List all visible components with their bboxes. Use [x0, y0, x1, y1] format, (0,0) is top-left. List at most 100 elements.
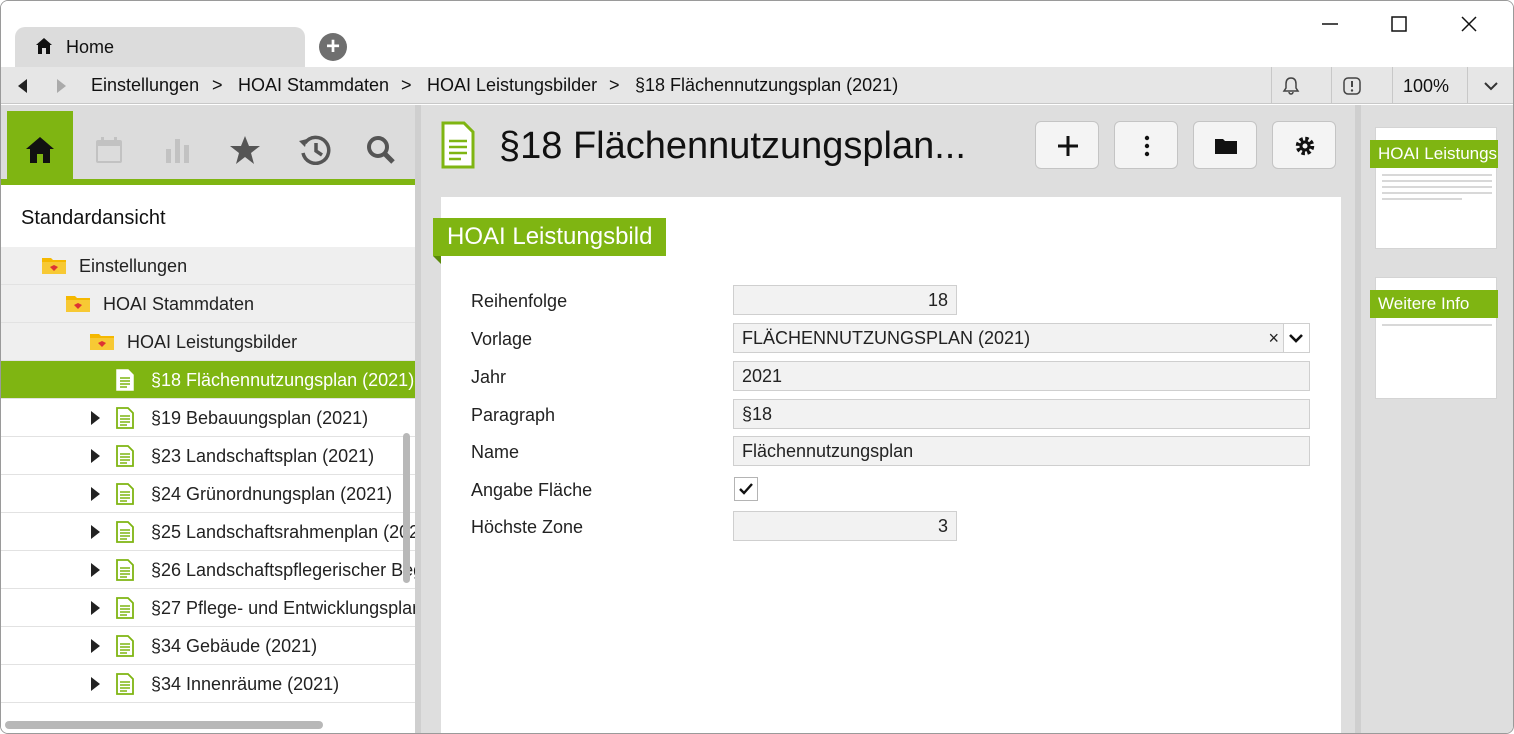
- angabe-flaeche-label: Angabe Fläche: [471, 480, 593, 500]
- chevron-down-icon[interactable]: [1481, 76, 1501, 96]
- tree-item-label: HOAI Leistungsbilder: [127, 332, 298, 352]
- back-icon[interactable]: [13, 76, 33, 96]
- preview-title: Weitere Info: [1370, 290, 1498, 318]
- name-label: Name: [471, 442, 520, 462]
- tree-item-label: §18 Flächennutzungsplan (2021): [151, 370, 415, 390]
- home-icon: [26, 137, 54, 163]
- chevron-down-icon: [1289, 334, 1303, 343]
- tree-item-label: §24 Grünordnungsplan (2021): [151, 484, 393, 504]
- tree-item[interactable]: §26 Landschaftspflegerischer Begleitplan…: [1, 551, 415, 589]
- add-button[interactable]: [1035, 121, 1099, 169]
- document-icon: [116, 635, 134, 657]
- bell-icon[interactable]: [1281, 76, 1301, 96]
- tree-item-label: §25 Landschaftsrahmenplan (2021): [151, 522, 415, 542]
- tree-item-einstellungen[interactable]: Einstellungen: [1, 247, 415, 285]
- paragraph-field[interactable]: §18: [733, 399, 1310, 429]
- forward-icon[interactable]: [51, 76, 71, 96]
- jahr-label: Jahr: [471, 367, 507, 387]
- angabe-flaeche-checkbox[interactable]: [734, 477, 758, 501]
- tab-history[interactable]: [280, 111, 346, 179]
- breadcrumb-item-leistungsbilder[interactable]: HOAI Leistungsbilder: [427, 75, 597, 96]
- preview-panel: HOAI Leistungsbild Weitere Info: [1361, 105, 1513, 733]
- zoom-level[interactable]: 100%: [1403, 76, 1449, 97]
- breadcrumb-separator: >: [609, 75, 620, 95]
- tree-item[interactable]: §25 Landschaftsrahmenplan (2021): [1, 513, 415, 551]
- folder-icon: [42, 258, 66, 274]
- expand-icon[interactable]: [91, 563, 100, 577]
- title-bar: Home +: [1, 1, 1513, 67]
- vertical-scrollbar[interactable]: [403, 433, 410, 583]
- tab-favorites[interactable]: [212, 111, 278, 179]
- breadcrumb-item-einstellungen[interactable]: Einstellungen: [91, 75, 199, 96]
- preview-line: [1382, 324, 1492, 326]
- tree-item-label: Einstellungen: [79, 256, 188, 276]
- tree-item-stammdaten[interactable]: HOAI Stammdaten: [1, 285, 415, 323]
- folder-button[interactable]: [1193, 121, 1257, 169]
- document-icon: [116, 521, 134, 543]
- breadcrumb-item-stammdaten[interactable]: HOAI Stammdaten: [238, 75, 389, 96]
- preview-title: HOAI Leistungsbild: [1370, 140, 1498, 168]
- preview-thumbnail-weitere-info[interactable]: Weitere Info: [1370, 277, 1498, 399]
- document-icon: [441, 121, 475, 169]
- reihenfolge-label: Reihenfolge: [471, 291, 568, 311]
- expand-icon[interactable]: [91, 411, 100, 425]
- dropdown-button[interactable]: [1283, 324, 1309, 352]
- expand-icon[interactable]: [91, 677, 100, 691]
- document-icon: [116, 445, 134, 467]
- folder-icon: [1215, 139, 1237, 154]
- tree-item-leistungsbilder[interactable]: HOAI Leistungsbilder: [1, 323, 415, 361]
- sidebar: Standardansicht Einstellungen HOAI Stamm…: [1, 105, 415, 733]
- tab-home[interactable]: [7, 111, 73, 179]
- tree-item[interactable]: §34 Innenräume (2021): [1, 665, 415, 703]
- preview-line: [1382, 174, 1492, 176]
- expand-icon[interactable]: [91, 449, 100, 463]
- folder-icon: [90, 334, 114, 350]
- tree-item[interactable]: §19 Bebauungsplan (2021): [1, 399, 415, 437]
- tree-item-label: §34 Gebäude (2021): [151, 636, 318, 656]
- expand-icon[interactable]: [91, 639, 100, 653]
- preview-line: [1382, 186, 1492, 188]
- tab-statistics[interactable]: [145, 111, 211, 179]
- tab-search[interactable]: [348, 111, 414, 179]
- section-fold: [433, 256, 441, 264]
- breadcrumb-item-current[interactable]: §18 Flächennutzungsplan (2021): [635, 75, 898, 96]
- add-tab-icon[interactable]: +: [319, 33, 347, 61]
- document-icon: [116, 407, 134, 429]
- hoechste-zone-label: Höchste Zone: [471, 517, 584, 537]
- sidebar-tabs: [1, 105, 415, 185]
- maximize-icon[interactable]: [1379, 9, 1419, 39]
- jahr-field[interactable]: 2021: [733, 361, 1310, 391]
- alert-icon[interactable]: [1342, 76, 1362, 96]
- divider: [1331, 67, 1332, 103]
- reihenfolge-field[interactable]: 18: [733, 285, 957, 315]
- document-icon: [116, 369, 134, 391]
- horizontal-scrollbar[interactable]: [5, 721, 323, 729]
- hoechste-zone-field[interactable]: 3: [733, 511, 957, 541]
- tree-item[interactable]: §24 Grünordnungsplan (2021): [1, 475, 415, 513]
- gear-icon: [1295, 136, 1315, 156]
- tab-calendar[interactable]: [76, 111, 142, 179]
- clear-icon[interactable]: ×: [1268, 324, 1279, 352]
- minimize-icon[interactable]: [1310, 9, 1350, 39]
- expand-icon[interactable]: [91, 525, 100, 539]
- breadcrumb: Einstellungen > HOAI Stammdaten > HOAI L…: [1, 67, 1513, 104]
- more-button[interactable]: [1114, 121, 1178, 169]
- name-field[interactable]: Flächennutzungsplan: [733, 436, 1310, 466]
- tree-item-selected[interactable]: §18 Flächennutzungsplan (2021): [1, 361, 415, 399]
- tab-home[interactable]: Home: [15, 27, 305, 67]
- close-icon[interactable]: [1449, 9, 1489, 39]
- tree-item[interactable]: §23 Landschaftsplan (2021): [1, 437, 415, 475]
- tree-item-label: §26 Landschaftspflegerischer Begleitplan…: [151, 560, 415, 580]
- expand-icon[interactable]: [91, 487, 100, 501]
- view-title: Standardansicht: [21, 207, 166, 229]
- settings-button[interactable]: [1272, 121, 1336, 169]
- tree-item[interactable]: §27 Pflege- und Entwicklungsplan (2021): [1, 589, 415, 627]
- expand-icon[interactable]: [91, 601, 100, 615]
- history-icon: [299, 135, 331, 165]
- preview-thumbnail-leistungsbild[interactable]: HOAI Leistungsbild: [1370, 127, 1498, 249]
- tab-label: Home: [66, 37, 115, 57]
- document-icon: [116, 673, 134, 695]
- folder-icon: [66, 296, 90, 312]
- tree-item[interactable]: §34 Gebäude (2021): [1, 627, 415, 665]
- vorlage-select[interactable]: FLÄCHENNUTZUNGSPLAN (2021) ×: [733, 323, 1310, 353]
